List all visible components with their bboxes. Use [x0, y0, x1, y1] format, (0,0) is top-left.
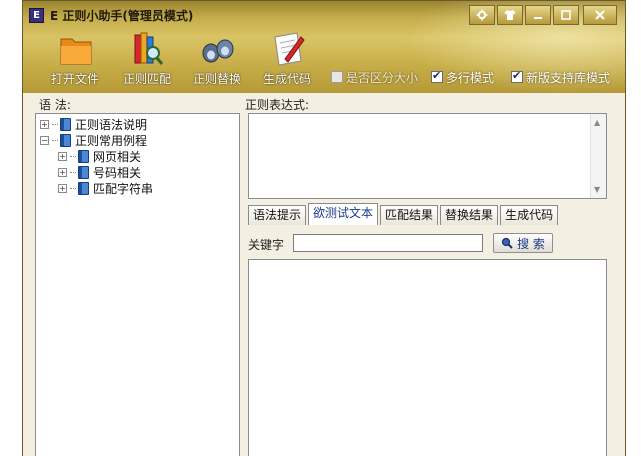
syntax-tree[interactable]: + 正则语法说明 − 正则常用例程 + 网页相关 + 号码相关 + 匹配字符串 [35, 113, 240, 456]
tree-connector [70, 155, 76, 157]
new-library-mode-checkbox[interactable]: 新版支持库模式 [511, 69, 610, 85]
folder-icon [60, 38, 92, 65]
tree-item-numbers[interactable]: + 号码相关 [58, 164, 141, 180]
keyword-input[interactable] [293, 234, 483, 252]
generate-code-label: 生成代码 [262, 72, 311, 86]
tree-connector [70, 187, 76, 189]
tab-syntax-hint[interactable]: 语法提示 [248, 205, 307, 225]
search-button[interactable]: 搜 索 [493, 233, 553, 253]
tree-item-web[interactable]: + 网页相关 [58, 148, 141, 164]
tab-test-text[interactable]: 欲测试文本 [308, 203, 379, 225]
tree-connector [52, 123, 58, 125]
binoculars-icon [202, 39, 234, 63]
tab-generate-code[interactable]: 生成代码 [500, 205, 559, 225]
settings-button[interactable] [469, 5, 495, 25]
regex-match-button[interactable]: 正则匹配 [115, 31, 179, 87]
tree-connector [70, 171, 76, 173]
book-icon [78, 165, 89, 179]
regex-input[interactable]: ▲ ▼ [248, 113, 607, 199]
tree-item-label: 号码相关 [93, 165, 142, 180]
expand-toggle-icon[interactable]: + [58, 151, 67, 161]
minimize-button[interactable] [525, 5, 551, 25]
multiline-mode-checkbox[interactable]: 多行模式 [431, 69, 494, 85]
expand-toggle-icon[interactable]: + [40, 119, 49, 129]
regex-scrollbar[interactable]: ▲ ▼ [590, 114, 606, 198]
app-window: E E 正则小助手(管理员模式) 打开文件 正则匹配 正则替换 生成代码 是否区… [22, 0, 626, 456]
case-sensitive-label: 是否区分大小 [346, 70, 419, 85]
book-icon [78, 149, 89, 163]
case-sensitive-box[interactable] [331, 71, 343, 83]
tree-connector [52, 139, 58, 141]
multiline-mode-label: 多行模式 [446, 70, 495, 85]
syntax-panel-label: 语 法: [39, 98, 71, 112]
tree-item-match-string[interactable]: + 匹配字符串 [58, 180, 153, 196]
tree-item-syntax-guide[interactable]: + 正则语法说明 [40, 116, 147, 132]
search-button-label: 搜 索 [517, 236, 545, 251]
tab-match-result[interactable]: 匹配结果 [380, 205, 439, 225]
open-file-button[interactable]: 打开文件 [43, 31, 107, 87]
minimize-icon [534, 17, 542, 19]
new-library-mode-label: 新版支持库模式 [526, 70, 611, 85]
keyword-label: 关键字 [248, 238, 285, 252]
document-pen-icon [274, 32, 305, 66]
maximize-icon [561, 10, 571, 20]
tab-replace-result[interactable]: 替换结果 [440, 205, 499, 225]
new-library-mode-box[interactable] [511, 69, 523, 83]
window-title: E 正则小助手(管理员模式) [50, 9, 194, 23]
open-file-label: 打开文件 [50, 72, 99, 86]
book-icon [60, 117, 71, 131]
tree-item-label: 正则语法说明 [75, 117, 148, 132]
multiline-mode-box[interactable] [431, 69, 443, 83]
regex-replace-label: 正则替换 [192, 72, 241, 86]
books-magnifier-icon [134, 32, 164, 65]
case-sensitive-checkbox[interactable]: 是否区分大小 [331, 69, 418, 85]
title-bar[interactable]: E E 正则小助手(管理员模式) [23, 1, 625, 29]
app-logo-icon: E [29, 8, 44, 23]
tree-item-label: 网页相关 [93, 149, 142, 164]
gear-icon [476, 9, 488, 21]
skin-button[interactable] [497, 5, 523, 25]
watermark-decoration [590, 392, 630, 442]
book-icon [78, 181, 89, 195]
generate-code-button[interactable]: 生成代码 [255, 31, 319, 87]
book-icon [60, 133, 71, 147]
collapse-toggle-icon[interactable]: − [40, 135, 49, 145]
search-icon [501, 237, 513, 249]
close-button[interactable] [583, 5, 617, 25]
regex-panel-label: 正则表达式: [245, 98, 310, 112]
maximize-button[interactable] [553, 5, 579, 25]
expand-toggle-icon[interactable]: + [58, 167, 67, 177]
regex-replace-button[interactable]: 正则替换 [185, 31, 249, 87]
expand-toggle-icon[interactable]: + [58, 183, 67, 193]
scroll-up-icon[interactable]: ▲ [594, 118, 600, 127]
tree-item-label: 正则常用例程 [75, 133, 148, 148]
regex-match-label: 正则匹配 [122, 72, 171, 86]
result-tabs: 语法提示 欲测试文本 匹配结果 替换结果 生成代码 [248, 203, 560, 225]
shirt-icon [504, 10, 516, 20]
close-icon [595, 10, 605, 20]
test-text-area[interactable] [248, 259, 607, 456]
scroll-down-icon[interactable]: ▼ [594, 185, 600, 194]
tree-item-label: 匹配字符串 [93, 181, 154, 196]
tree-item-common-examples[interactable]: − 正则常用例程 [40, 132, 147, 148]
